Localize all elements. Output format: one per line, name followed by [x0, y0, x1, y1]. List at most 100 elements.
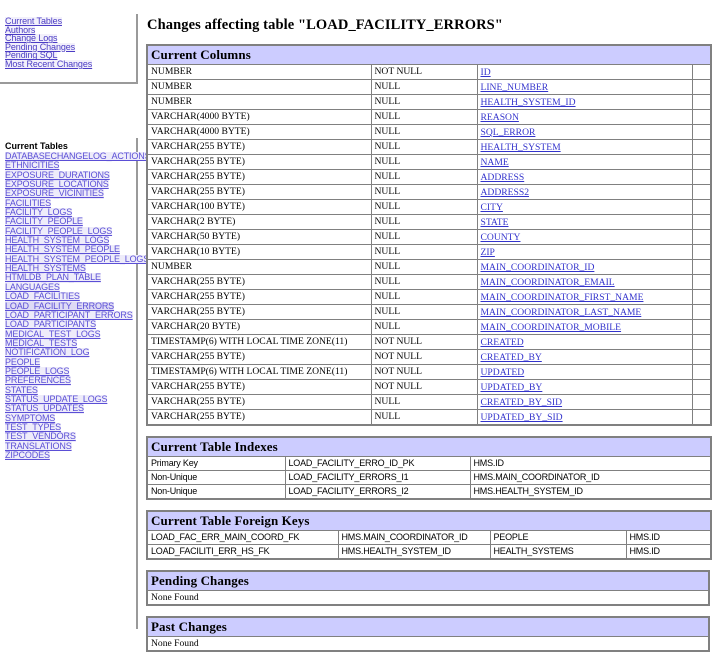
column-name-link[interactable]: HEALTH_SYSTEM: [481, 142, 561, 153]
table-row: NUMBER NULL MAIN_COORDINATOR_ID: [146, 259, 712, 275]
table-row: VARCHAR(255 BYTE) NULL HEALTH_SYSTEM: [146, 139, 712, 155]
column-name-link[interactable]: COUNTY: [481, 232, 521, 243]
column-extra: [691, 169, 712, 185]
column-datatype: VARCHAR(255 BYTE): [146, 154, 372, 170]
column-datatype: TIMESTAMP(6) WITH LOCAL TIME ZONE(11): [146, 334, 372, 350]
column-nullable: NOT NULL: [370, 364, 478, 380]
column-name-cell: MAIN_COORDINATOR_EMAIL: [476, 274, 693, 290]
column-name-link[interactable]: MAIN_COORDINATOR_MOBILE: [481, 322, 622, 333]
column-name-link[interactable]: LINE_NUMBER: [481, 82, 549, 93]
column-name-link[interactable]: MAIN_COORDINATOR_FIRST_NAME: [481, 292, 644, 303]
fk-ref-column: HMS.ID: [625, 530, 712, 545]
column-name-cell: HEALTH_SYSTEM_ID: [476, 94, 693, 110]
column-name-link[interactable]: MAIN_COORDINATOR_ID: [481, 262, 595, 273]
column-datatype: VARCHAR(255 BYTE): [146, 139, 372, 155]
column-name-link[interactable]: CREATED_BY_SID: [481, 397, 563, 408]
column-name-link[interactable]: STATE: [481, 217, 509, 228]
column-name-link[interactable]: CREATED_BY: [481, 352, 542, 363]
index-type: Non-Unique: [146, 484, 286, 500]
column-nullable: NULL: [370, 109, 478, 125]
column-datatype: VARCHAR(255 BYTE): [146, 409, 372, 426]
column-name-cell: ID: [476, 64, 693, 80]
column-nullable: NULL: [370, 289, 478, 305]
fk-name: LOAD_FAC_ERR_MAIN_COORD_FK: [146, 530, 339, 545]
column-extra: [691, 154, 712, 170]
column-name-link[interactable]: ADDRESS: [481, 172, 525, 183]
column-datatype: VARCHAR(255 BYTE): [146, 349, 372, 365]
table-row: VARCHAR(255 BYTE) NOT NULL UPDATED_BY: [146, 379, 712, 395]
table-row: Non-Unique LOAD_FACILITY_ERRORS_I1 HMS.MAI…: [146, 470, 712, 485]
nav-link-most-recent-changes[interactable]: Most Recent Changes: [5, 60, 92, 69]
table-row: Primary Key LOAD_FACILITY_ERRO_ID_PK HMS.I…: [146, 456, 712, 471]
column-name-link[interactable]: UPDATED_BY: [481, 382, 543, 393]
column-extra: [691, 124, 712, 140]
column-name-link[interactable]: ADDRESS2: [481, 187, 530, 198]
table-row: VARCHAR(255 BYTE) NULL NAME: [146, 154, 712, 170]
column-name-link[interactable]: REASON: [481, 112, 519, 123]
past-changes-empty: None Found: [146, 636, 710, 652]
foreign-keys-table: Current Table Foreign Keys LOAD_FAC_ERR_…: [146, 510, 712, 560]
column-nullable: NULL: [370, 79, 478, 95]
column-name-link[interactable]: HEALTH_SYSTEM_ID: [481, 97, 576, 108]
table-row: VARCHAR(4000 BYTE) NULL REASON: [146, 109, 712, 125]
column-nullable: NULL: [370, 169, 478, 185]
column-extra: [691, 364, 712, 380]
table-row: VARCHAR(255 BYTE) NULL ADDRESS2: [146, 184, 712, 200]
table-row: TIMESTAMP(6) WITH LOCAL TIME ZONE(11) NOT…: [146, 364, 712, 380]
page-title: Changes affecting table "LOAD_FACILITY_E…: [147, 17, 503, 33]
column-name-link[interactable]: CREATED: [481, 337, 524, 348]
column-extra: [691, 379, 712, 395]
column-name-cell: CREATED_BY: [476, 349, 693, 365]
table-row: VARCHAR(2 BYTE) NULL STATE: [146, 214, 712, 230]
column-name-cell: LINE_NUMBER: [476, 79, 693, 95]
column-datatype: VARCHAR(255 BYTE): [146, 184, 372, 200]
fk-ref-table: PEOPLE: [489, 530, 627, 545]
column-extra: [691, 334, 712, 350]
column-extra: [691, 109, 712, 125]
section-header-row: Current Table Foreign Keys: [146, 510, 712, 531]
table-row: Non-Unique LOAD_FACILITY_ERRORS_I2 HMS.HEA…: [146, 484, 712, 500]
column-nullable: NULL: [370, 139, 478, 155]
column-name-cell: ADDRESS: [476, 169, 693, 185]
fk-column: HMS.HEALTH_SYSTEM_ID: [337, 544, 491, 560]
column-name-link[interactable]: MAIN_COORDINATOR_LAST_NAME: [481, 307, 642, 318]
current-columns-body: NUMBER NOT NULL ID NUMBER NULL LINE_NUMBER N…: [146, 64, 712, 426]
column-extra: [691, 274, 712, 290]
table-row: TIMESTAMP(6) WITH LOCAL TIME ZONE(11) NOT…: [146, 334, 712, 350]
column-name-cell: COUNTY: [476, 229, 693, 245]
column-name-cell: UPDATED: [476, 364, 693, 380]
column-extra: [691, 229, 712, 245]
table-row: VARCHAR(255 BYTE) NOT NULL CREATED_BY: [146, 349, 712, 365]
fk-column: HMS.MAIN_COORDINATOR_ID: [337, 530, 491, 545]
column-name-link[interactable]: MAIN_COORDINATOR_EMAIL: [481, 277, 615, 288]
column-extra: [691, 319, 712, 335]
column-nullable: NULL: [370, 124, 478, 140]
column-nullable: NULL: [370, 319, 478, 335]
column-datatype: VARCHAR(50 BYTE): [146, 229, 372, 245]
table-row: VARCHAR(20 BYTE) NULL MAIN_COORDINATOR_MOB…: [146, 319, 712, 335]
column-datatype: NUMBER: [146, 94, 372, 110]
index-type: Primary Key: [146, 456, 286, 471]
column-name-link[interactable]: UPDATED_BY_SID: [481, 412, 563, 423]
column-name-link[interactable]: SQL_ERROR: [481, 127, 536, 138]
current-tables-list: DATABASECHANGELOG_ACTIONS ETHNICITIES EXPO…: [5, 151, 151, 461]
column-name-cell: HEALTH_SYSTEM: [476, 139, 693, 155]
column-name-link[interactable]: UPDATED: [481, 367, 525, 378]
column-datatype: VARCHAR(10 BYTE): [146, 244, 372, 260]
sidebar: Current Tables Authors Change Logs Pendi…: [0, 0, 151, 629]
column-name-link[interactable]: NAME: [481, 157, 509, 168]
table-row: VARCHAR(255 BYTE) NULL MAIN_COORDINATOR_LA…: [146, 304, 712, 320]
sidebar-table-link[interactable]: ZIPCODES: [5, 450, 50, 461]
column-datatype: NUMBER: [146, 64, 372, 80]
column-name-link[interactable]: ZIP: [481, 247, 495, 258]
column-nullable: NULL: [370, 214, 478, 230]
column-name-link[interactable]: CITY: [481, 202, 503, 213]
table-row: VARCHAR(255 BYTE) NULL CREATED_BY_SID: [146, 394, 712, 410]
foreign-keys-body: LOAD_FAC_ERR_MAIN_COORD_FK HMS.MAIN_COORD…: [146, 530, 712, 560]
column-datatype: VARCHAR(20 BYTE): [146, 319, 372, 335]
table-row: NUMBER NOT NULL ID: [146, 64, 712, 80]
column-nullable: NULL: [370, 274, 478, 290]
column-name-link[interactable]: ID: [481, 67, 491, 78]
column-name-cell: CREATED: [476, 334, 693, 350]
table-row: VARCHAR(255 BYTE) NULL MAIN_COORDINATOR_EM…: [146, 274, 712, 290]
